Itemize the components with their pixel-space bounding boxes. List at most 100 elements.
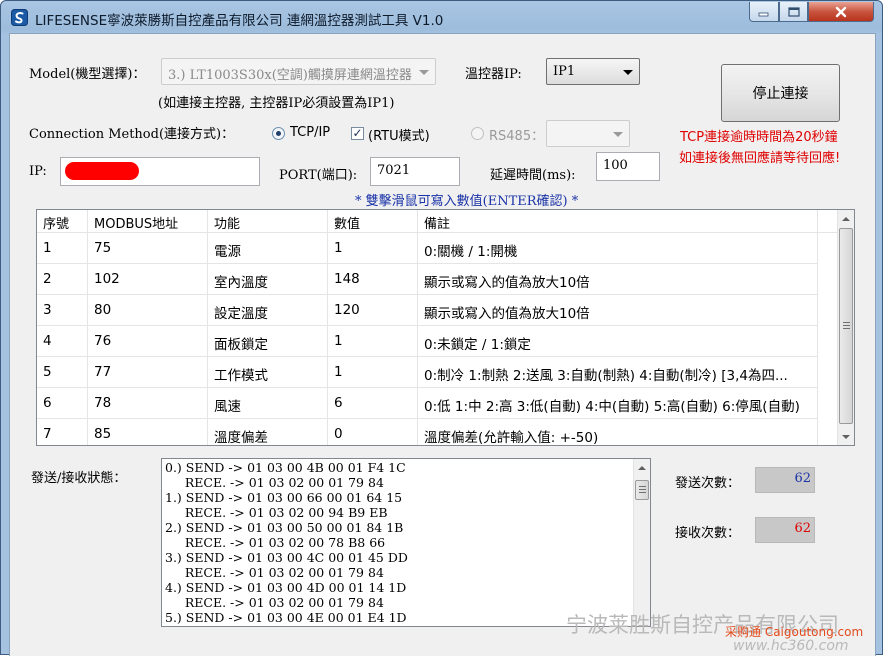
grip-line — [639, 492, 646, 493]
scroll-thumb[interactable] — [839, 228, 853, 424]
tcp-radio[interactable] — [272, 127, 285, 140]
window-title: LIFESENSE寧波萊勝斯自控產品有限公司 連網溫控器測試工具 V1.0 — [35, 13, 444, 29]
cell-function[interactable]: 工作模式 — [208, 357, 328, 388]
table-row[interactable]: 4 76 面板鎖定 1 0:未鎖定 / 1:鎖定 — [37, 326, 818, 357]
log-line: RECE. -> 01 03 02 00 01 79 84 — [165, 595, 384, 610]
rs485-select[interactable] — [546, 120, 630, 147]
model-select[interactable]: 3.) LT1003S30x(空調)觸摸屏連網溫控器 — [161, 58, 436, 85]
cell-address[interactable]: 102 — [88, 264, 208, 295]
log-scrollbar[interactable] — [633, 459, 650, 626]
cell-index[interactable]: 2 — [37, 264, 88, 295]
cell-function[interactable]: 面板鎖定 — [208, 326, 328, 357]
log-line: RECE. -> 01 03 02 00 01 79 84 — [165, 475, 384, 490]
cell-address[interactable]: 77 — [88, 357, 208, 388]
cell-value[interactable]: 120 — [328, 295, 418, 326]
table-row[interactable]: 7 85 溫度偏差 0 溫度偏差(允許輸入值: +-50) — [37, 419, 818, 445]
model-note: (如連接主控器, 主控器IP必須設置為IP1) — [158, 96, 395, 111]
cell-address[interactable]: 76 — [88, 326, 208, 357]
radio-selected-dot — [276, 131, 281, 136]
cell-value[interactable]: 1 — [328, 357, 418, 388]
main-panel: Model(機型選擇)： 3.) LT1003S30x(空調)觸摸屏連網溫控器 … — [9, 33, 876, 656]
cell-remark[interactable]: 顯示或寫入的值為放大10倍 — [418, 264, 818, 295]
cell-address[interactable]: 78 — [88, 388, 208, 419]
stop-connection-button[interactable]: 停止連接 — [721, 64, 840, 122]
chevron-down-icon — [613, 132, 623, 137]
grid-scrollbar[interactable] — [837, 210, 854, 445]
header-index[interactable]: 序號 — [37, 210, 88, 233]
cell-function[interactable]: 設定溫度 — [208, 295, 328, 326]
checkmark-icon: ✓ — [352, 126, 363, 140]
cell-function[interactable]: 室內溫度 — [208, 264, 328, 295]
cell-address[interactable]: 85 — [88, 419, 208, 445]
cell-value[interactable]: 1 — [328, 233, 418, 264]
table-row[interactable]: 6 78 風速 6 0:低 1:中 2:高 3:低(自動) 4:中(自動) 5:… — [37, 388, 818, 419]
receive-count-label: 接收次數： — [675, 526, 741, 541]
cell-index[interactable]: 3 — [37, 295, 88, 326]
cell-value[interactable]: 6 — [328, 388, 418, 419]
grid-rows: 1 75 電源 1 0:關機 / 1:開機 2 102 室內溫度 148 顯示或… — [37, 233, 818, 445]
cell-address[interactable]: 80 — [88, 295, 208, 326]
receive-count-value: 62 — [755, 517, 815, 543]
app-window: LIFESENSE寧波萊勝斯自控產品有限公司 連網溫控器測試工具 V1.0 Mo… — [0, 0, 883, 656]
header-value[interactable]: 數值 — [328, 210, 418, 233]
log-line: RECE. -> 01 03 02 00 78 B8 66 — [165, 535, 386, 550]
cell-function[interactable]: 風速 — [208, 388, 328, 419]
timeout-warning: TCP連接逾時時間為20秒鐘 — [680, 130, 838, 145]
cell-remark[interactable]: 溫度偏差(允許輸入值: +-50) — [418, 419, 818, 445]
table-row[interactable]: 2 102 室內溫度 148 顯示或寫入的值為放大10倍 — [37, 264, 818, 295]
log-line: 3.) SEND -> 01 03 00 4C 00 01 45 DD — [165, 550, 408, 565]
cell-index[interactable]: 5 — [37, 357, 88, 388]
minimize-button[interactable] — [749, 2, 779, 22]
ip-input[interactable] — [60, 157, 260, 186]
table-row[interactable]: 1 75 電源 1 0:關機 / 1:開機 — [37, 233, 818, 264]
cell-address[interactable]: 75 — [88, 233, 208, 264]
cell-value[interactable]: 1 — [328, 326, 418, 357]
log-textarea[interactable]: 0.) SEND -> 01 03 00 4B 00 01 F4 1C RECE… — [161, 458, 651, 627]
cell-remark[interactable]: 0:低 1:中 2:高 3:低(自動) 4:中(自動) 5:高(自動) 6:停風… — [418, 388, 818, 419]
header-remark[interactable]: 備註 — [418, 210, 818, 233]
cell-value[interactable]: 0 — [328, 419, 418, 445]
controller-ip-select[interactable]: IP1 — [546, 58, 640, 85]
modbus-grid[interactable]: 序號 MODBUS地址 功能 數值 備註 1 75 電源 1 0:關機 / 1:… — [36, 209, 855, 446]
send-count-value: 62 — [755, 467, 815, 493]
scroll-down-button[interactable] — [838, 428, 854, 445]
arrow-down-icon — [842, 434, 850, 439]
port-input[interactable]: 7021 — [370, 157, 460, 186]
maximize-button[interactable] — [779, 2, 808, 22]
delay-input[interactable]: 100 — [596, 152, 660, 181]
close-button[interactable] — [808, 2, 874, 22]
cell-index[interactable]: 4 — [37, 326, 88, 357]
rtu-checkbox[interactable]: ✓ — [351, 127, 364, 140]
maximize-icon — [787, 6, 800, 17]
arrow-up-icon — [638, 465, 646, 470]
chevron-down-icon — [419, 70, 429, 75]
header-function[interactable]: 功能 — [208, 210, 328, 233]
minimize-icon — [758, 12, 769, 16]
grid-hint: * 雙擊滑鼠可寫入數值(ENTER確認) * — [355, 194, 579, 209]
header-address[interactable]: MODBUS地址 — [88, 210, 208, 233]
cell-function[interactable]: 溫度偏差 — [208, 419, 328, 445]
model-label: Model(機型選擇)： — [29, 67, 146, 82]
cell-index[interactable]: 6 — [37, 388, 88, 419]
chevron-down-icon — [623, 70, 633, 75]
table-row[interactable]: 5 77 工作模式 1 0:制冷 1:制熱 2:送風 3:自動(制熱) 4:自動… — [37, 357, 818, 388]
log-line: 2.) SEND -> 01 03 00 50 00 01 84 1B — [165, 520, 404, 535]
cell-remark[interactable]: 0:未鎖定 / 1:鎖定 — [418, 326, 818, 357]
cell-value[interactable]: 148 — [328, 264, 418, 295]
grip-line — [843, 328, 850, 329]
table-row[interactable]: 3 80 設定溫度 120 顯示或寫入的值為放大10倍 — [37, 295, 818, 326]
scroll-up-button[interactable] — [634, 459, 650, 476]
cell-remark[interactable]: 0:關機 / 1:開機 — [418, 233, 818, 264]
cell-remark[interactable]: 顯示或寫入的值為放大10倍 — [418, 295, 818, 326]
cell-index[interactable]: 7 — [37, 419, 88, 445]
no-response-warning: 如連接後無回應請等待回應! — [679, 151, 841, 166]
cell-function[interactable]: 電源 — [208, 233, 328, 264]
cell-index[interactable]: 1 — [37, 233, 88, 264]
title-bar[interactable]: LIFESENSE寧波萊勝斯自控產品有限公司 連網溫控器測試工具 V1.0 — [1, 1, 882, 33]
controller-ip-label: 溫控器IP: — [465, 67, 522, 82]
scroll-up-button[interactable] — [838, 210, 854, 227]
model-select-value: 3.) LT1003S30x(空調)觸摸屏連網溫控器 — [168, 68, 412, 83]
scroll-thumb[interactable] — [635, 480, 649, 500]
rs485-radio[interactable] — [471, 127, 484, 140]
cell-remark[interactable]: 0:制冷 1:制熱 2:送風 3:自動(制熱) 4:自動(制冷) [3,4為四.… — [418, 357, 818, 388]
